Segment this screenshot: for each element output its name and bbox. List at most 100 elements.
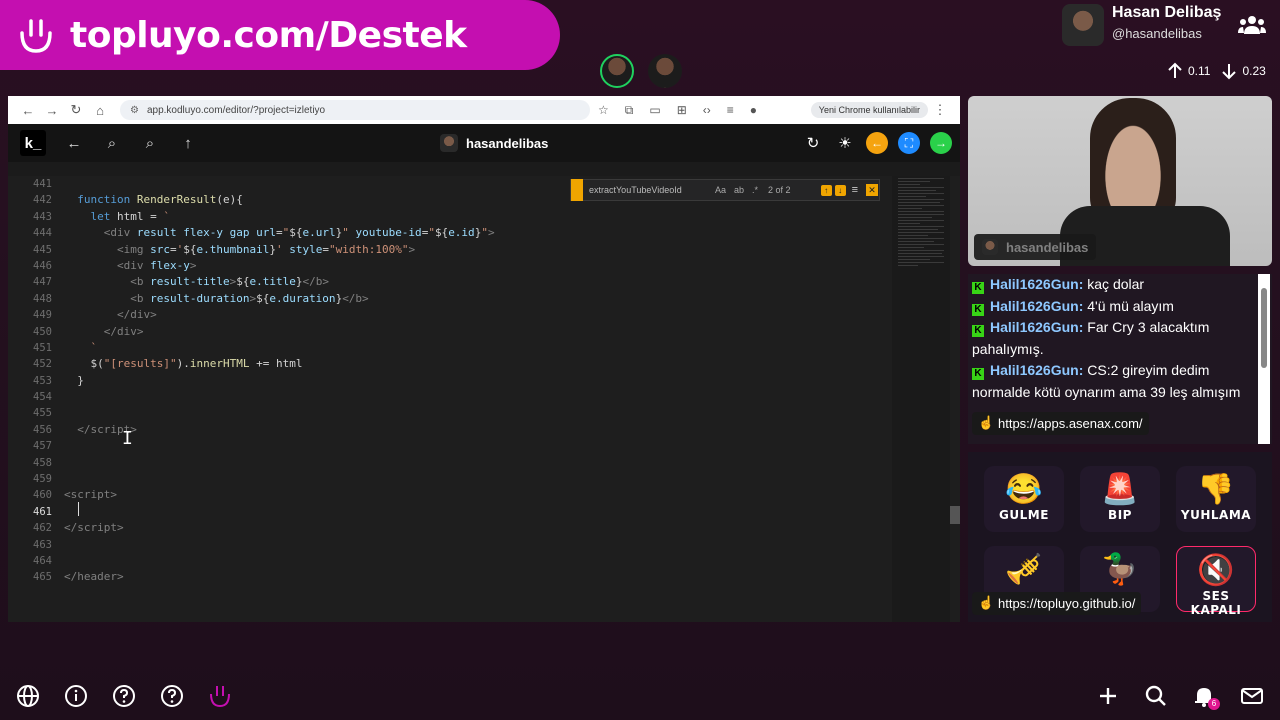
search-icon[interactable]: ⌕ <box>102 135 122 152</box>
editor-user: hasandelibas <box>440 134 548 152</box>
chat-link-pill[interactable]: ☝ https://apps.asenax.com/ <box>972 412 1149 435</box>
profile-icon[interactable]: ● <box>750 103 757 118</box>
chat-scrollbar[interactable] <box>1258 274 1270 444</box>
upload-icon[interactable]: ↑ <box>178 135 198 152</box>
orange-action-button[interactable]: ← <box>866 132 888 154</box>
code-line: <div result flex-y gap url="${e.url}" yo… <box>103 226 495 240</box>
find-selection-icon[interactable]: ≡ <box>852 184 858 196</box>
reaction-link[interactable]: https://topluyo.github.io/ <box>998 596 1135 611</box>
reaction-link-pill[interactable]: ☝ https://topluyo.github.io/ <box>972 592 1142 615</box>
globe-icon[interactable] <box>16 684 40 708</box>
refresh-icon[interactable]: ↻ <box>802 132 824 154</box>
siren-emoji-icon: 🚨 <box>1101 473 1139 506</box>
search-alt-icon[interactable]: ⌕ <box>140 135 160 152</box>
line-number: 462 <box>33 522 52 535</box>
code-line: </div> <box>116 308 157 322</box>
find-input[interactable]: extractYouTubeVideoId <box>589 185 709 195</box>
back-arrow-icon[interactable]: ← <box>64 135 84 152</box>
viewer-avatar[interactable] <box>648 54 682 88</box>
webcam-video[interactable]: hasandelibas <box>968 96 1272 266</box>
minimap[interactable] <box>892 176 950 622</box>
help-alt-icon[interactable] <box>160 684 184 708</box>
reaction-gulme-button[interactable]: 😂 GULME <box>984 466 1064 532</box>
window-icon[interactable]: ▭ <box>649 103 660 118</box>
mouse-cursor-icon: I <box>122 428 133 449</box>
reaction-mute-button[interactable]: 🔇 SES KAPALI <box>1176 546 1256 617</box>
code-editor[interactable]: 441 442 443 444 445 446 447 448 449 450 … <box>8 176 960 622</box>
brand-banner[interactable]: topluyo.com/Destek <box>0 0 560 70</box>
code-line: </script> <box>64 521 124 535</box>
match-case-option[interactable]: Aa <box>715 185 726 195</box>
forward-icon[interactable]: → <box>40 103 64 118</box>
blue-action-button[interactable]: ⛶ <box>898 132 920 154</box>
kodluyo-logo[interactable]: k_ <box>20 130 46 156</box>
home-icon[interactable]: ⌂ <box>88 103 112 118</box>
url-field[interactable]: ⚙ app.kodluyo.com/editor/?project=izleti… <box>120 100 590 120</box>
menu-icon[interactable]: ⋮ <box>928 102 952 118</box>
line-number: 441 <box>33 178 52 190</box>
find-close-icon[interactable]: ✕ <box>866 184 878 196</box>
upload-speed: 0.11 <box>1188 64 1211 78</box>
chat-message: K Halil1626Gun: kaç dolar <box>968 274 1272 296</box>
profile-name: Hasan Delibaş <box>1112 4 1222 21</box>
search-icon[interactable] <box>1144 684 1168 708</box>
line-number: 442 <box>33 194 52 207</box>
line-number: 463 <box>33 538 52 551</box>
back-icon[interactable]: ← <box>16 103 40 118</box>
info-icon[interactable] <box>64 684 88 708</box>
upload-arrow-icon <box>1168 62 1182 78</box>
chat-username[interactable]: Halil1626Gun: <box>990 276 1083 292</box>
avatar <box>440 134 458 152</box>
line-number-active: 461 <box>33 505 52 518</box>
duck-emoji-icon: 🦆 <box>1101 553 1139 586</box>
bookmark-icon[interactable]: ☆ <box>598 103 609 118</box>
extensions-icon[interactable]: ⧉ <box>625 103 634 118</box>
media-icon[interactable]: ≡ <box>727 103 734 118</box>
code-icon[interactable]: ‹› <box>703 103 711 118</box>
line-number: 460 <box>33 489 52 502</box>
editor-scrollbar[interactable] <box>950 506 960 524</box>
bottom-toolbar: 6 <box>0 676 1280 716</box>
code-line: } <box>64 373 84 387</box>
find-next-icon[interactable]: ↓ <box>834 184 846 196</box>
chat-link[interactable]: https://apps.asenax.com/ <box>998 416 1143 431</box>
chat-panel[interactable]: K Halil1626Gun: kaç dolar K Halil1626Gun: … <box>968 274 1272 444</box>
download-arrow-icon <box>1222 64 1237 80</box>
theme-icon[interactable]: ☀ <box>834 132 856 154</box>
line-number: 454 <box>33 391 52 404</box>
topluyo-logo-icon[interactable] <box>208 684 232 708</box>
chat-username[interactable]: Halil1626Gun: <box>990 298 1083 314</box>
chat-username[interactable]: Halil1626Gun: <box>990 362 1083 378</box>
code-line: let html = ` <box>90 209 170 223</box>
site-info-icon[interactable]: ⚙ <box>130 105 139 116</box>
profile-card[interactable]: Hasan Delibaş @hasandelibas <box>1062 4 1221 46</box>
help-icon[interactable] <box>112 684 136 708</box>
find-widget[interactable]: extractYouTubeVideoId Aa ab .* 2 of 2 ↑ … <box>570 179 880 201</box>
code-lines[interactable]: function RenderResult(e){ let html = ` <… <box>64 176 884 586</box>
mail-icon[interactable] <box>1240 684 1264 708</box>
reaction-yuhlama-button[interactable]: 👎 YUHLAMA <box>1176 466 1256 532</box>
friends-icon[interactable] <box>1238 14 1266 36</box>
chrome-update-button[interactable]: Yeni Chrome kullanılabilir <box>810 102 928 118</box>
network-stats: 0.11 0.23 <box>1166 62 1266 80</box>
reaction-label: BIP <box>1108 508 1132 522</box>
line-number: 451 <box>33 341 52 354</box>
regex-option[interactable]: .* <box>752 185 758 195</box>
match-word-option[interactable]: ab <box>734 185 744 195</box>
find-toggle-replace[interactable] <box>571 179 583 201</box>
editor-toolbar: k_ ← ⌕ ⌕ ↑ hasandelibas ↻ ☀ ← ⛶ → <box>8 124 960 162</box>
reaction-bip-button[interactable]: 🚨 BIP <box>1080 466 1160 532</box>
reload-icon[interactable]: ↻ <box>64 102 88 118</box>
viewer-avatars <box>600 54 682 88</box>
pointer-hand-icon: ☝ <box>978 415 995 430</box>
green-action-button[interactable]: → <box>930 132 952 154</box>
chat-username[interactable]: Halil1626Gun: <box>990 319 1083 335</box>
grid-icon[interactable]: ⊞ <box>677 103 687 118</box>
add-icon[interactable] <box>1096 684 1120 708</box>
topluyo-logo-icon <box>20 19 52 53</box>
viewer-avatar[interactable] <box>600 54 634 88</box>
find-prev-icon[interactable]: ↑ <box>820 184 832 196</box>
chat-message: K Halil1626Gun: CS:2 gireyim dedim normal… <box>968 360 1272 403</box>
